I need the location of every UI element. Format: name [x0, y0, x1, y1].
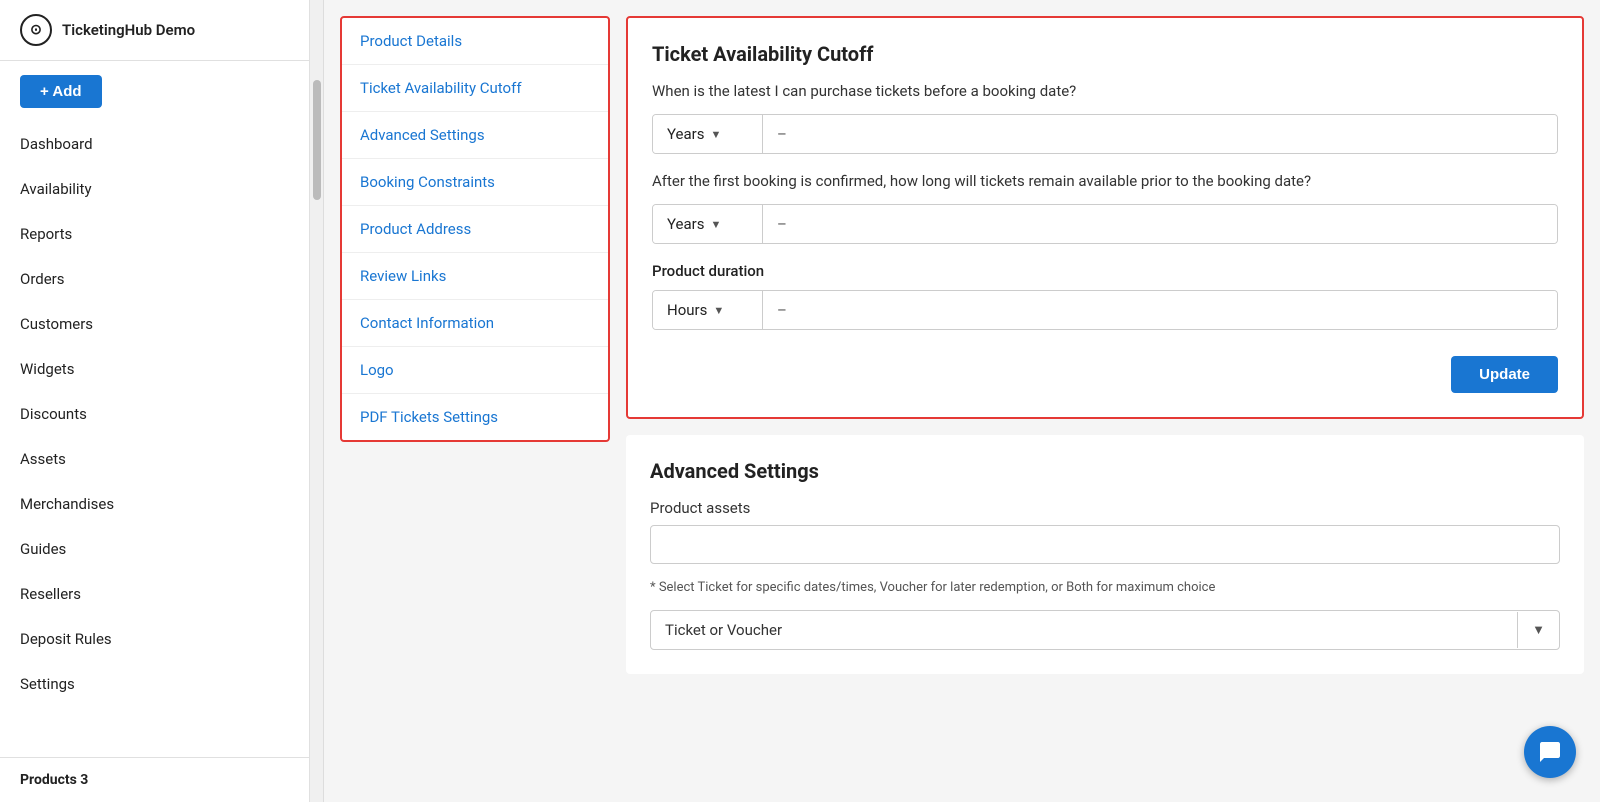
sidebar-nav: Dashboard Availability Reports Orders Cu…	[0, 122, 309, 707]
chevron-down-icon-4: ▼	[1517, 612, 1559, 648]
sidebar-item-customers[interactable]: Customers	[0, 302, 309, 347]
ticket-or-voucher-value: Ticket or Voucher	[651, 611, 1517, 649]
ticket-cutoff-field2: Years ▼ –	[652, 204, 1558, 244]
scrollbar-thumb[interactable]	[313, 80, 321, 200]
logo-icon: ⊙	[20, 14, 52, 46]
sidebar-logo: ⊙ TicketingHub Demo	[0, 0, 309, 61]
ticket-cutoff-dropdown2-value: Years	[667, 215, 704, 233]
sidebar: ⊙ TicketingHub Demo + Add Dashboard Avai…	[0, 0, 310, 802]
sidebar-item-assets[interactable]: Assets	[0, 437, 309, 482]
nav-panel-item-advanced-settings[interactable]: Advanced Settings	[342, 112, 608, 159]
sidebar-item-settings[interactable]: Settings	[0, 662, 309, 707]
nav-panel-item-ticket-cutoff[interactable]: Ticket Availability Cutoff	[342, 65, 608, 112]
products-label: Products 3	[0, 757, 309, 802]
ticket-cutoff-value2: –	[763, 205, 1557, 243]
ticket-cutoff-title: Ticket Availability Cutoff	[652, 42, 1558, 66]
right-area: Ticket Availability Cutoff When is the l…	[626, 16, 1584, 786]
ticket-cutoff-dropdown1-value: Years	[667, 125, 704, 143]
chevron-down-icon-2: ▼	[710, 218, 721, 231]
scrollbar-container[interactable]	[310, 0, 324, 802]
ticket-cutoff-question2: After the first booking is confirmed, ho…	[652, 172, 1558, 190]
ticket-cutoff-dropdown2[interactable]: Years ▼	[653, 205, 763, 243]
nav-panel-item-contact-information[interactable]: Contact Information	[342, 300, 608, 347]
chevron-down-icon: ▼	[710, 128, 721, 141]
sidebar-item-dashboard[interactable]: Dashboard	[0, 122, 309, 167]
ticket-cutoff-dropdown3[interactable]: Hours ▼	[653, 291, 763, 329]
nav-panel-item-product-details[interactable]: Product Details	[342, 18, 608, 65]
product-assets-label: Product assets	[650, 499, 1560, 517]
nav-panel-item-review-links[interactable]: Review Links	[342, 253, 608, 300]
sidebar-item-deposit-rules[interactable]: Deposit Rules	[0, 617, 309, 662]
sidebar-item-discounts[interactable]: Discounts	[0, 392, 309, 437]
chevron-down-icon-3: ▼	[713, 304, 724, 317]
advanced-settings-title: Advanced Settings	[650, 459, 1560, 483]
main-content: Product Details Ticket Availability Cuto…	[324, 0, 1600, 802]
nav-panel-item-booking-constraints[interactable]: Booking Constraints	[342, 159, 608, 206]
product-duration-label: Product duration	[652, 262, 1558, 280]
ticket-cutoff-dropdown3-value: Hours	[667, 301, 707, 319]
sidebar-item-guides[interactable]: Guides	[0, 527, 309, 572]
nav-panel-item-product-address[interactable]: Product Address	[342, 206, 608, 253]
sidebar-item-resellers[interactable]: Resellers	[0, 572, 309, 617]
ticket-cutoff-value3: –	[763, 291, 1557, 329]
ticket-cutoff-card: Ticket Availability Cutoff When is the l…	[626, 16, 1584, 419]
sidebar-item-widgets[interactable]: Widgets	[0, 347, 309, 392]
chat-button[interactable]	[1524, 726, 1576, 778]
ticket-cutoff-value1: –	[763, 115, 1557, 153]
logo-text: TicketingHub Demo	[62, 21, 195, 39]
ticket-or-voucher-dropdown[interactable]: Ticket or Voucher ▼	[650, 610, 1560, 650]
nav-panel-item-pdf-tickets[interactable]: PDF Tickets Settings	[342, 394, 608, 440]
sidebar-item-orders[interactable]: Orders	[0, 257, 309, 302]
sidebar-item-reports[interactable]: Reports	[0, 212, 309, 257]
advanced-settings-note: * Select Ticket for specific dates/times…	[650, 578, 1560, 598]
ticket-cutoff-question1: When is the latest I can purchase ticket…	[652, 82, 1558, 100]
sidebar-item-merchandises[interactable]: Merchandises	[0, 482, 309, 527]
update-button[interactable]: Update	[1451, 356, 1558, 393]
nav-panel-item-logo[interactable]: Logo	[342, 347, 608, 394]
sidebar-item-availability[interactable]: Availability	[0, 167, 309, 212]
ticket-cutoff-dropdown1[interactable]: Years ▼	[653, 115, 763, 153]
chat-icon	[1538, 740, 1562, 764]
ticket-cutoff-field3: Hours ▼ –	[652, 290, 1558, 330]
ticket-cutoff-field1: Years ▼ –	[652, 114, 1558, 154]
product-assets-input[interactable]	[650, 525, 1560, 564]
advanced-settings-card: Advanced Settings Product assets * Selec…	[626, 435, 1584, 674]
add-button[interactable]: + Add	[20, 75, 102, 108]
nav-panel: Product Details Ticket Availability Cuto…	[340, 16, 610, 442]
